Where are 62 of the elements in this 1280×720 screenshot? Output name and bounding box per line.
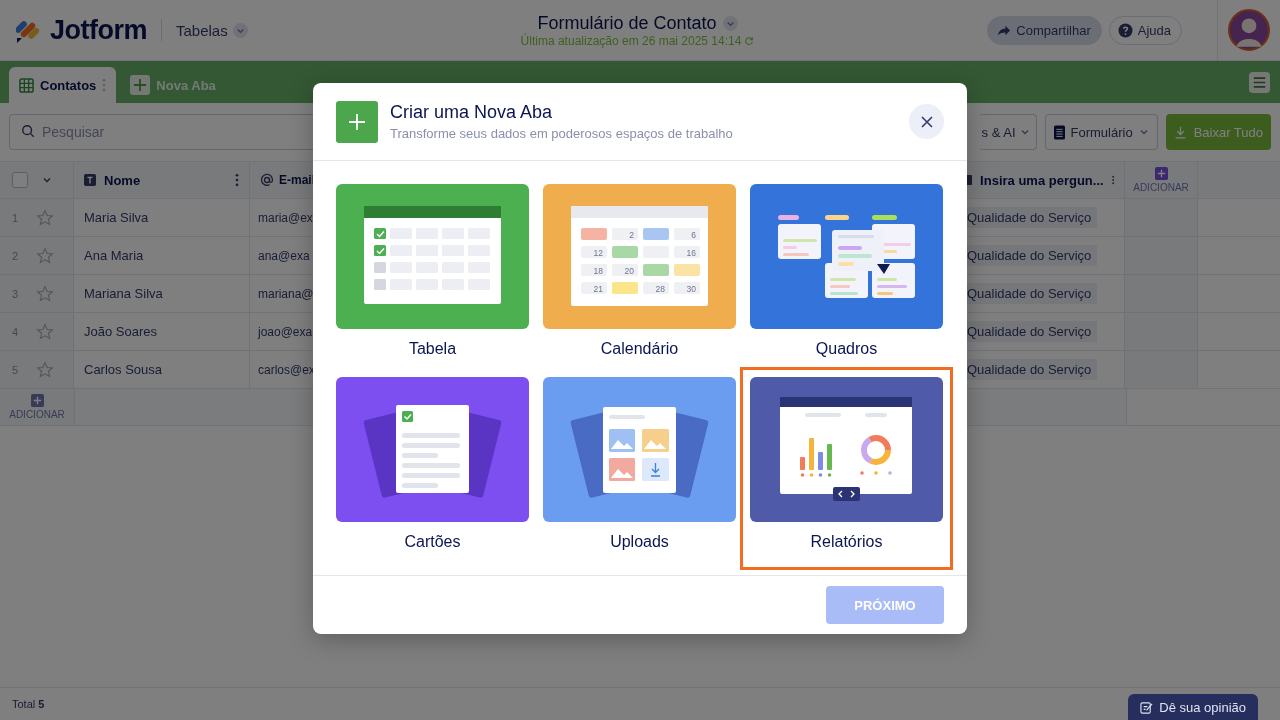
star-icon[interactable] — [36, 322, 54, 341]
add-row-button[interactable]: ADICIONAR — [0, 389, 75, 425]
column-header[interactable]: Nome — [74, 162, 250, 198]
tab[interactable]: Contatos — [9, 67, 117, 103]
tab-type-option[interactable]: Quadros — [750, 184, 943, 367]
tab-type-option[interactable]: Relatórios — [750, 377, 943, 560]
table-cell: joao@exa — [258, 324, 313, 339]
table-cell: Ana Maria — [84, 248, 144, 263]
form-dropdown[interactable]: Formulário — [1044, 114, 1158, 150]
ai-dropdown[interactable]: s & AI — [978, 114, 1037, 150]
search-icon — [21, 124, 35, 138]
total-count: Total 5 — [12, 698, 45, 710]
more-options-icon[interactable] — [1111, 173, 1114, 187]
feedback-button[interactable]: Dê sua opinião — [1128, 694, 1258, 720]
section-dropdown[interactable]: Tabelas — [176, 21, 248, 39]
plus-icon — [30, 394, 44, 407]
chevron-icon — [1019, 127, 1030, 137]
star-icon[interactable] — [36, 360, 54, 379]
last-updated-text: Última atualização em 26 mai 2025 14:14 — [520, 33, 742, 48]
table-cell: ana@exa — [258, 248, 310, 263]
chevron-icon[interactable] — [722, 15, 738, 31]
table-cell: maria@ex — [258, 210, 313, 225]
document-icon — [1053, 124, 1065, 140]
select-all-checkbox[interactable] — [12, 172, 28, 188]
chevron-icon — [1138, 127, 1149, 137]
close-icon — [919, 114, 934, 129]
table-cell: Carlos Sousa — [84, 362, 163, 377]
at-sign-icon — [260, 173, 274, 187]
plus-icon — [336, 100, 378, 143]
menu-icon[interactable] — [1249, 71, 1270, 93]
tab-type-option[interactable]: Cartões — [336, 377, 529, 560]
table-cell: carlos@ex — [258, 362, 315, 377]
dialog-subtitle: Transforme seus dados em poderosos espaços de trabalho — [390, 126, 734, 141]
logo-text[interactable]: Jotform — [50, 14, 147, 46]
star-icon[interactable] — [36, 246, 54, 265]
tab-type-option[interactable]: 2 6 12 16 18 20 21 28 30 Calendário — [543, 184, 736, 367]
help-button[interactable]: Ajuda — [1108, 15, 1182, 45]
table-cell: João Soares — [84, 324, 157, 339]
form-title: Formulário de Contato — [537, 12, 717, 33]
star-icon[interactable] — [36, 208, 54, 227]
table-cell: Maria Silva — [84, 210, 149, 225]
chevron-icon[interactable] — [42, 175, 52, 185]
help-icon — [1117, 22, 1133, 38]
table-cell: Mariana Silva — [84, 286, 163, 301]
chevron-icon — [232, 22, 248, 38]
plus-icon — [130, 75, 151, 95]
avatar-icon[interactable] — [1228, 9, 1270, 51]
table-cell: mariana@ — [258, 286, 314, 301]
text-field-icon — [84, 174, 96, 186]
tab-type-option[interactable]: Tabela — [336, 184, 529, 367]
calendar-drawing: 2 6 12 16 18 20 21 28 30 — [543, 184, 736, 329]
close-button[interactable] — [909, 104, 944, 139]
star-icon[interactable] — [36, 284, 54, 303]
dialog-title: Criar uma Nova Aba — [390, 102, 554, 123]
share-button[interactable]: Compartilhar — [987, 15, 1102, 45]
tab-type-option[interactable]: Uploads — [543, 377, 736, 560]
grid-icon — [19, 77, 34, 93]
download-icon — [1173, 125, 1187, 139]
plus-icon — [1154, 167, 1168, 180]
more-options-icon[interactable] — [235, 173, 239, 187]
refresh-icon[interactable] — [744, 35, 755, 46]
edit-icon — [1140, 700, 1154, 714]
